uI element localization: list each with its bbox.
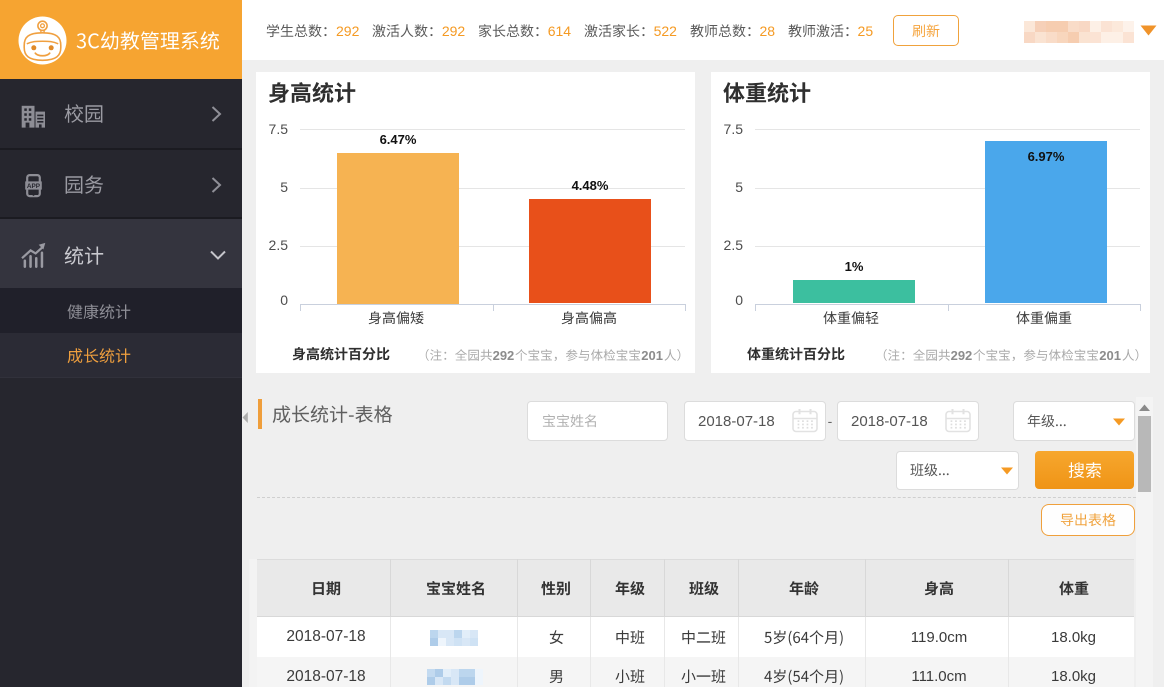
- svg-text:APP: APP: [27, 183, 41, 190]
